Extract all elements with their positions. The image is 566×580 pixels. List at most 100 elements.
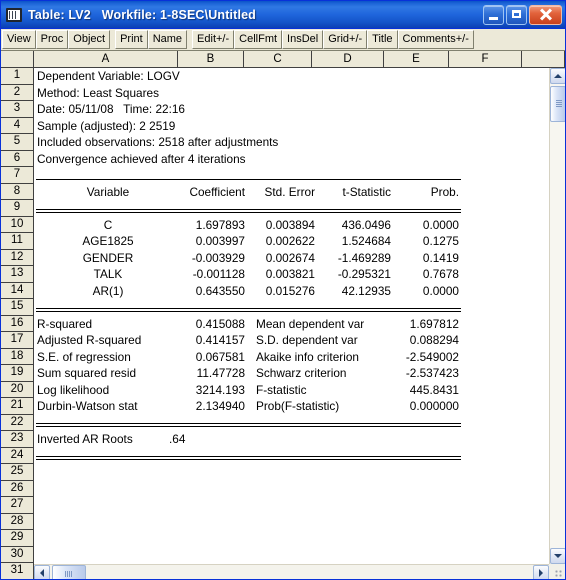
toolbar-button-comments[interactable]: Comments+/- (397, 30, 474, 49)
variable-name: TALK (93, 267, 123, 281)
cell-area[interactable]: Dependent Variable: LOGV Method: Least Sq… (34, 68, 565, 579)
select-all-corner[interactable] (1, 51, 34, 67)
sheet-row[interactable] (34, 481, 565, 498)
row-number[interactable]: 1 (1, 68, 33, 85)
toolbar-button-edit[interactable]: Edit+/- (192, 30, 235, 49)
sheet-row[interactable]: Adjusted R-squared 0.414157 S.D. dependent… (34, 332, 565, 349)
col-label-prob: Prob. (430, 184, 459, 199)
sheet-row[interactable] (34, 464, 565, 481)
row-number[interactable]: 31 (1, 563, 33, 579)
row-number[interactable]: 29 (1, 530, 33, 547)
row-number[interactable]: 21 (1, 398, 33, 415)
row-number[interactable]: 30 (1, 547, 33, 563)
row-number[interactable]: 17 (1, 332, 33, 349)
row-number[interactable]: 19 (1, 365, 33, 382)
toolbar-button-object[interactable]: Object (68, 30, 111, 49)
toolbar-button-proc[interactable]: Proc (35, 30, 69, 49)
row-number[interactable]: 10 (1, 217, 33, 233)
sheet-row[interactable]: Included observations: 2518 after adjust… (34, 134, 565, 151)
scroll-left-arrow-icon[interactable] (34, 565, 50, 579)
sheet-row[interactable]: AGE1825 0.003997 0.002622 1.524684 0.1275 (34, 233, 565, 250)
sheet-row[interactable]: Durbin-Watson stat 2.134940 Prob(F-statist… (34, 398, 565, 415)
row-number[interactable]: 14 (1, 283, 33, 299)
sheet-row[interactable]: Date: 05/11/08 Time: 22:16 (34, 101, 565, 118)
row-number[interactable]: 13 (1, 266, 33, 283)
scroll-right-arrow-icon[interactable] (533, 565, 549, 579)
sheet-row[interactable] (34, 547, 565, 564)
close-button[interactable] (529, 4, 562, 25)
sheet-row[interactable]: S.E. of regression 0.067581 Akaike info cr… (34, 349, 565, 366)
sheet-row[interactable]: GENDER -0.003929 0.002674 -1.469289 0.1419 (34, 250, 565, 267)
row-number[interactable]: 27 (1, 497, 33, 514)
row-number[interactable]: 9 (1, 200, 33, 217)
sheet-row[interactable]: Sample (adjusted): 2 2519 (34, 118, 565, 135)
horizontal-scrollbar[interactable] (34, 564, 549, 579)
column-header-e[interactable]: E (384, 51, 449, 67)
column-header-c[interactable]: C (244, 51, 312, 67)
row-number[interactable]: 15 (1, 299, 33, 316)
row-number[interactable]: 5 (1, 134, 33, 151)
column-header-b[interactable]: B (178, 51, 244, 67)
toolbar-button-name[interactable]: Name (147, 30, 188, 49)
sheet-row[interactable]: Variable Coefficient Std. Error t-Statistic… (34, 184, 565, 201)
row-number[interactable]: 7 (1, 167, 33, 184)
row-number[interactable]: 4 (1, 118, 33, 134)
row-number[interactable]: 3 (1, 101, 33, 118)
regression-info-text: Convergence achieved after 4 iterations (37, 151, 246, 166)
sheet-row[interactable]: Method: Least Squares (34, 85, 565, 102)
maximize-button[interactable] (506, 4, 527, 25)
statistic-value-left: 2.134940 (195, 399, 245, 413)
toolbar-button-grid[interactable]: Grid+/- (323, 30, 368, 49)
minimize-button[interactable] (483, 4, 504, 25)
sheet-row[interactable] (34, 497, 565, 514)
row-number[interactable]: 28 (1, 514, 33, 530)
row-number[interactable]: 12 (1, 250, 33, 266)
row-number[interactable]: 26 (1, 481, 33, 497)
row-number[interactable]: 22 (1, 415, 33, 431)
t-statistic-value: 1.524684 (341, 234, 391, 248)
scroll-down-arrow-icon[interactable] (550, 548, 565, 564)
column-header-f[interactable]: F (449, 51, 522, 67)
toolbar-button-cellfmt[interactable]: CellFmt (234, 30, 283, 49)
vertical-scroll-thumb[interactable] (550, 86, 565, 122)
toolbar-button-insdel[interactable]: InsDel (282, 30, 324, 49)
toolbar-button-view[interactable]: View (2, 30, 36, 49)
sheet-row[interactable] (34, 415, 565, 432)
sheet-row[interactable] (34, 167, 565, 184)
sheet-row[interactable]: Inverted AR Roots .64 (34, 431, 565, 448)
sheet-row[interactable]: Dependent Variable: LOGV (34, 68, 565, 85)
horizontal-scroll-thumb[interactable] (52, 565, 86, 579)
scroll-up-arrow-icon[interactable] (550, 68, 565, 84)
sheet-row[interactable]: TALK -0.001128 0.003821 -0.295321 0.7678 (34, 266, 565, 283)
row-number[interactable]: 24 (1, 448, 33, 464)
sheet-row[interactable] (34, 448, 565, 465)
vertical-scroll-track[interactable] (550, 84, 565, 548)
sheet-row[interactable] (34, 200, 565, 217)
sheet-row[interactable] (34, 299, 565, 316)
row-number[interactable]: 11 (1, 233, 33, 250)
column-header-a[interactable]: A (34, 51, 178, 67)
statistic-label-left: Log likelihood (37, 382, 110, 397)
column-header-d[interactable]: D (312, 51, 384, 67)
sheet-row[interactable]: R-squared 0.415088 Mean dependent var 1.697… (34, 316, 565, 333)
sheet-row[interactable] (34, 514, 565, 531)
row-number[interactable]: 16 (1, 316, 33, 332)
row-number[interactable]: 20 (1, 382, 33, 398)
sheet-row[interactable]: Sum squared resid 11.47728 Schwarz criteri… (34, 365, 565, 382)
toolbar-button-title[interactable]: Title (367, 30, 398, 49)
row-number[interactable]: 23 (1, 431, 33, 448)
row-number[interactable]: 6 (1, 151, 33, 167)
sheet-row[interactable]: AR(1) 0.643550 0.015276 42.12935 0.0000 (34, 283, 565, 300)
sheet-row[interactable] (34, 530, 565, 547)
toolbar-button-print[interactable]: Print (115, 30, 148, 49)
vertical-scrollbar[interactable] (549, 68, 565, 564)
sheet-row[interactable]: Convergence achieved after 4 iterations (34, 151, 565, 168)
sheet-row[interactable]: Log likelihood 3214.193 F-statistic 445.843… (34, 382, 565, 399)
row-number[interactable]: 8 (1, 184, 33, 200)
table-rule-double-top (36, 307, 461, 309)
row-number[interactable]: 25 (1, 464, 33, 481)
sheet-row[interactable]: C 1.697893 0.003894 436.0496 0.0000 (34, 217, 565, 234)
row-number[interactable]: 2 (1, 85, 33, 101)
title-bar: Table: LV2 Workfile: 1-8SEC\Untitled (1, 1, 565, 29)
row-number[interactable]: 18 (1, 349, 33, 365)
